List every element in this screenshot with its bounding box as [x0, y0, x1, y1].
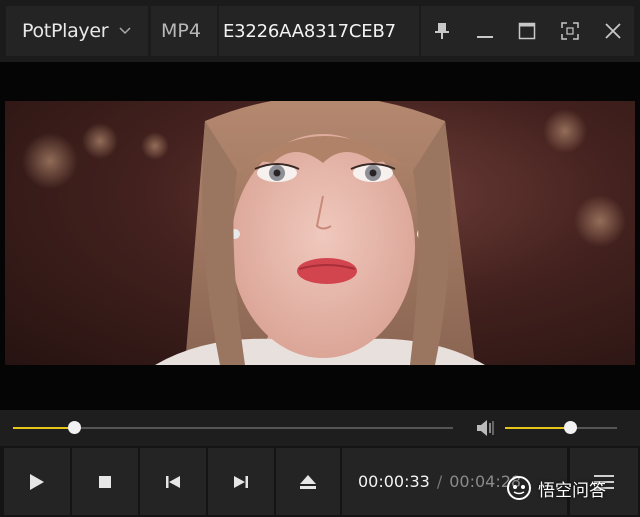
video-frame	[5, 101, 635, 365]
eject-button[interactable]	[276, 448, 340, 515]
volume-button[interactable]	[476, 419, 496, 437]
watermark-logo-icon	[507, 476, 531, 500]
pin-icon	[435, 23, 450, 39]
minimize-button[interactable]	[464, 6, 507, 56]
seek-thumb[interactable]	[67, 421, 81, 434]
current-time: 00:00:33	[358, 472, 430, 491]
close-icon	[605, 23, 621, 39]
video-area[interactable]	[0, 62, 640, 410]
watermark: 悟空问答	[506, 475, 606, 501]
app-menu-button[interactable]: PotPlayer	[6, 6, 148, 56]
maximize-icon	[519, 22, 536, 40]
format-text: MP4	[161, 20, 201, 42]
seek-progress-fill	[13, 427, 74, 429]
format-label: MP4	[151, 6, 217, 56]
fullscreen-button[interactable]	[549, 6, 592, 56]
next-icon	[234, 475, 248, 488]
title-bar[interactable]: PotPlayer MP4 E3226AA8317CEB7	[0, 0, 640, 62]
video-still	[22, 101, 626, 365]
close-button[interactable]	[591, 6, 634, 56]
volume-fill	[505, 427, 570, 429]
maximize-button[interactable]	[506, 6, 549, 56]
fullscreen-icon	[561, 22, 579, 40]
file-title: E3226AA8317CEB7	[219, 6, 419, 56]
app-name: PotPlayer	[22, 20, 109, 42]
eject-icon	[300, 474, 316, 489]
chevron-down-icon	[118, 24, 132, 38]
stop-icon	[99, 475, 111, 488]
volume-thumb[interactable]	[563, 421, 577, 434]
play-icon	[30, 473, 44, 490]
pin-button[interactable]	[421, 6, 464, 56]
minimize-icon	[476, 36, 493, 38]
window-controls	[421, 6, 634, 56]
time-separator: /	[436, 472, 443, 491]
watermark-text: 悟空问答	[538, 480, 606, 501]
seek-bar-panel	[0, 410, 640, 446]
previous-icon	[166, 475, 180, 488]
next-button[interactable]	[208, 448, 274, 515]
previous-button[interactable]	[140, 448, 206, 515]
play-button[interactable]	[4, 448, 70, 515]
file-name: E3226AA8317CEB7	[223, 20, 396, 42]
volume-slider[interactable]	[505, 421, 617, 434]
speaker-icon	[477, 420, 494, 436]
stop-button[interactable]	[72, 448, 138, 515]
seek-slider[interactable]	[13, 421, 453, 434]
